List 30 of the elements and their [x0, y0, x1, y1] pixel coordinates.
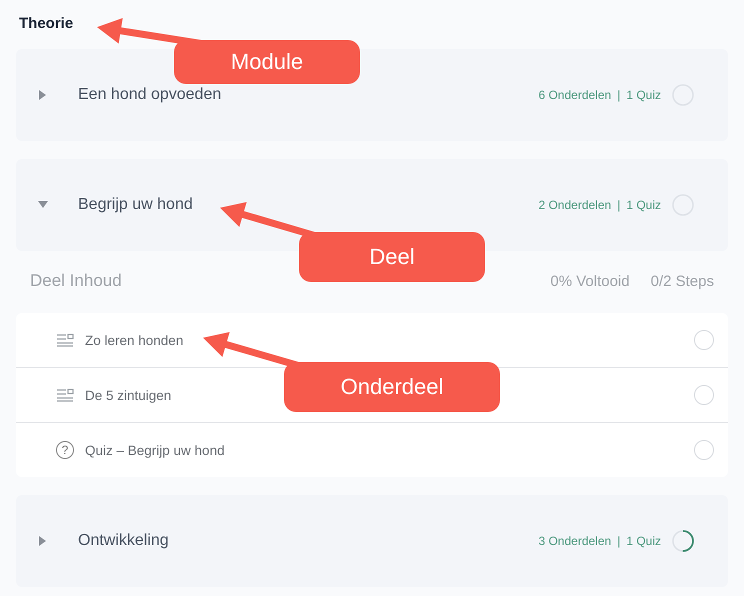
callout-tooltip: Deel [299, 232, 485, 282]
step-title: De 5 zintuigen [85, 388, 172, 402]
parts-count: 2 Onderdelen [538, 198, 612, 212]
callout-tooltip: Onderdeel [284, 362, 500, 412]
parts-count: 3 Onderdelen [538, 534, 612, 548]
parts-count: 6 Onderdelen [538, 88, 612, 102]
section-title: Theorie [19, 14, 74, 34]
quiz-count: 1 Quiz [626, 534, 661, 548]
quiz-count: 1 Quiz [626, 88, 661, 102]
completion-percent: 0% Voltooid [550, 272, 630, 290]
callout-tooltip: Module [174, 40, 360, 84]
count-separator: | [617, 198, 620, 212]
count-separator: | [617, 534, 620, 548]
content-title: Deel Inhoud [30, 271, 123, 291]
quiz-count: 1 Quiz [626, 198, 661, 212]
completion-checkbox[interactable] [694, 385, 714, 405]
module-title: Begrijp uw hond [78, 196, 194, 214]
lesson-text-icon [56, 333, 74, 347]
step-title: Zo leren honden [85, 332, 184, 348]
module-title: Ontwikkeling [78, 532, 170, 550]
lesson-text-icon [56, 388, 74, 402]
count-separator: | [617, 88, 620, 102]
completion-checkbox[interactable] [694, 330, 714, 350]
module-header[interactable]: Ontwikkeling 3 Onderdelen | 1 Quiz [16, 495, 728, 587]
module-title: Een hond opvoeden [78, 86, 222, 104]
step-item[interactable]: ? Quiz – Begrijp uw hond [16, 422, 728, 477]
step-title: Quiz – Begrijp uw hond [85, 442, 226, 458]
steps-count: 0/2 Steps [650, 272, 714, 290]
completion-checkbox[interactable] [694, 440, 714, 460]
quiz-icon: ? [56, 441, 74, 459]
